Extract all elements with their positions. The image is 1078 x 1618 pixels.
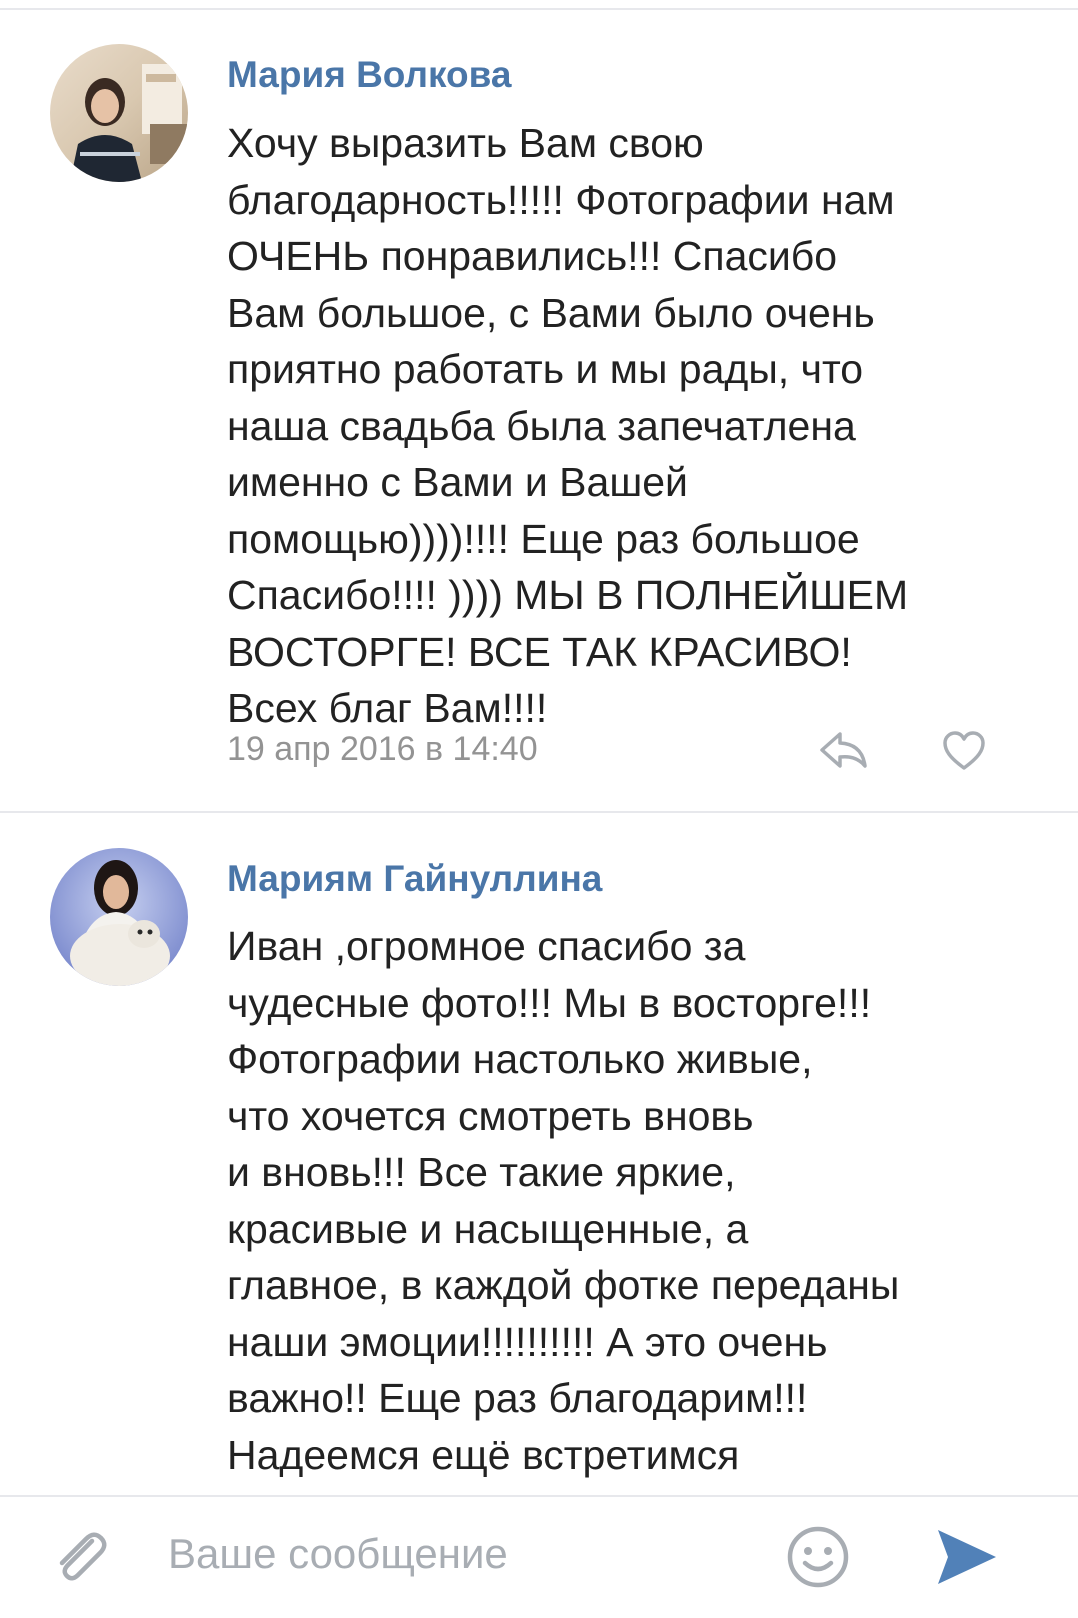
comment-text: Иван ,огромное спасибо за чудесные фото!… — [227, 923, 900, 1478]
comment-date: 19 апр 2016 в 14:40 — [227, 730, 538, 768]
comment-author[interactable]: Мария Волкова — [227, 54, 511, 96]
paperclip-icon — [59, 1532, 107, 1581]
attach-button[interactable] — [48, 1525, 114, 1591]
like-button[interactable] — [941, 730, 987, 772]
avatar[interactable] — [50, 44, 188, 182]
send-button[interactable] — [934, 1526, 1000, 1588]
avatar-photo — [50, 848, 188, 986]
comment-text: Хочу выразить Вам свою благодарность!!!!… — [227, 120, 909, 731]
heart-icon — [943, 731, 985, 770]
reply-arrow-icon — [820, 732, 867, 768]
message-composer — [0, 1495, 1078, 1618]
avatar[interactable] — [50, 848, 188, 986]
comment-divider — [0, 811, 1078, 813]
avatar-photo — [50, 44, 188, 182]
message-input[interactable] — [168, 1519, 768, 1589]
send-arrow-icon — [938, 1530, 996, 1584]
emoji-button[interactable] — [785, 1524, 851, 1590]
reply-button[interactable] — [818, 728, 870, 772]
comments-list: Мария Волкова Хочу выразить Вам свою бла… — [0, 0, 1078, 1495]
smile-icon — [787, 1526, 849, 1588]
comment-author[interactable]: Мариям Гайнуллина — [227, 858, 602, 900]
